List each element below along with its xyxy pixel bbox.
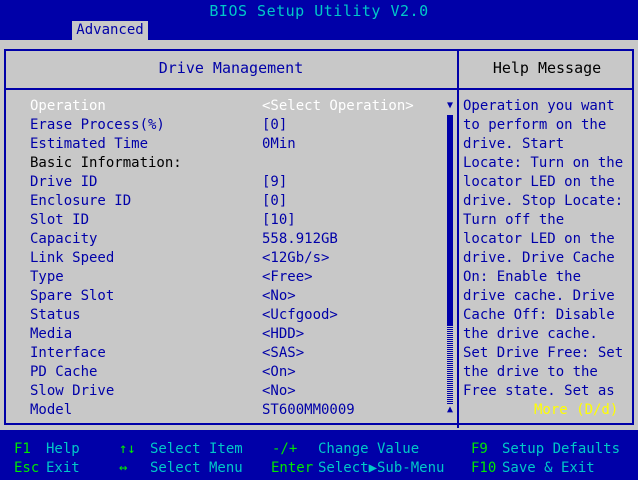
help-line: locator LED on the [463,231,615,247]
setting-label: Estimated Time [30,136,149,152]
f9-desc: Setup Defaults [502,441,621,457]
setting-label: Status [30,307,81,323]
setting-value: 0Min [262,136,296,152]
setting-value[interactable]: <Select Operation> [262,97,414,116]
help-line: On: Enable the [463,269,582,285]
setting-label: Capacity [30,231,98,247]
setting-erase-process: Erase Process(%) [0] [30,116,450,135]
setting-label: Erase Process(%) [30,117,165,133]
setting-label: Media [30,326,73,342]
setting-pd-cache: PD Cache <On> [30,363,450,382]
help-line: drive. Start [463,136,565,152]
leftright-desc: Select Menu [150,460,243,476]
help-line: Free state. Set as [463,383,615,399]
updown-arrows-icon: ↑↓ [119,441,136,457]
f1-desc: Help [46,441,80,457]
help-line: drive. Drive Cache [463,250,615,266]
setting-model: Model ST600MM0009 [30,401,450,420]
setting-label: Drive ID [30,174,98,190]
setting-status: Status <Ucfgood> [30,306,450,325]
help-line: the drive cache. [463,326,598,342]
help-line: Locate: Turn on the [463,155,624,171]
f1-key: F1 [14,441,31,457]
scroll-up-arrow-icon[interactable]: ▲ [445,405,455,415]
settings-list: Operation <Select Operation> Erase Proce… [30,97,450,420]
setting-capacity: Capacity 558.912GB [30,230,450,249]
change-desc: Change Value [318,441,420,457]
setting-value: <Free> [262,269,313,285]
section-basic-information: Basic Information: [30,154,450,173]
setting-estimated-time: Estimated Time 0Min [30,135,450,154]
esc-desc: Exit [46,460,80,476]
change-key: -/+ [272,441,298,457]
setting-label: Type [30,269,64,285]
setting-label: Model [30,402,73,418]
help-line: to perform on the [463,117,607,133]
setting-media: Media <HDD> [30,325,450,344]
setting-enclosure-id: Enclosure ID [0] [30,192,450,211]
setting-interface: Interface <SAS> [30,344,450,363]
setting-value: <HDD> [262,326,305,342]
setting-value: 558.912GB [262,231,338,247]
leftright-arrows-icon: ↔ [119,460,128,476]
setting-label: Slow Drive [30,383,115,399]
help-line: Set Drive Free: Set [463,345,624,361]
tab-advanced[interactable]: Advanced [72,21,148,40]
help-line: Cache Off: Disable [463,307,615,323]
help-text: Operation you want to perform on the dri… [463,97,633,401]
setting-value: <No> [262,383,296,399]
setting-operation[interactable]: Operation <Select Operation> [30,97,450,116]
scrollbar[interactable]: ▼ ▲ [445,99,455,419]
setting-value: <SAS> [262,345,305,361]
setting-label: Operation [30,98,106,114]
setting-type: Type <Free> [30,268,450,287]
header-divider [6,88,632,90]
window-title: BIOS Setup Utility V2.0 [209,2,429,20]
help-line: drive cache. Drive [463,288,615,304]
setting-value: [10] [262,212,296,228]
scroll-down-arrow-icon[interactable]: ▼ [445,101,455,111]
setting-label: Interface [30,345,106,361]
setting-value: [0] [262,193,288,209]
esc-key: Esc [14,460,40,476]
help-line: Operation you want [463,98,615,114]
setting-value: <On> [262,364,296,380]
key-legend: F1 Help Esc Exit ↑↓ Select Item ↔ Select… [0,438,638,480]
help-line: locator LED on the [463,174,615,190]
setting-label: Spare Slot [30,288,115,304]
setting-label: Slot ID [30,212,90,228]
setting-label: Enclosure ID [30,193,132,209]
section-label: Basic Information: [30,155,182,171]
setting-slow-drive: Slow Drive <No> [30,382,450,401]
help-more-indicator: More (D/d) [534,402,619,418]
setting-slot-id: Slot ID [10] [30,211,450,230]
setting-value: <12Gb/s> [262,250,330,266]
f10-desc: Save & Exit [502,460,595,476]
setting-link-speed: Link Speed <12Gb/s> [30,249,450,268]
setting-label: Link Speed [30,250,115,266]
scroll-thumb[interactable] [447,115,453,325]
column-divider [457,49,459,428]
help-line: drive. Stop Locate: [463,193,624,209]
drive-management-header: Drive Management [158,59,304,77]
help-line: Turn off the [463,212,565,228]
help-message-header: Help Message [492,59,602,77]
setting-value: [9] [262,174,288,190]
updown-desc: Select Item [150,441,243,457]
setting-value: <Ucfgood> [262,307,338,323]
setting-value: [0] [262,117,288,133]
f9-key: F9 [471,441,488,457]
setting-label: PD Cache [30,364,98,380]
setting-value: <No> [262,288,296,304]
f10-key: F10 [471,460,497,476]
setting-drive-id: Drive ID [9] [30,173,450,192]
enter-key: Enter [271,460,314,476]
help-line: the drive to the [463,364,598,380]
enter-desc: Select▶Sub-Menu [318,460,445,476]
setting-value: ST600MM0009 [262,402,355,418]
setting-spare-slot: Spare Slot <No> [30,287,450,306]
